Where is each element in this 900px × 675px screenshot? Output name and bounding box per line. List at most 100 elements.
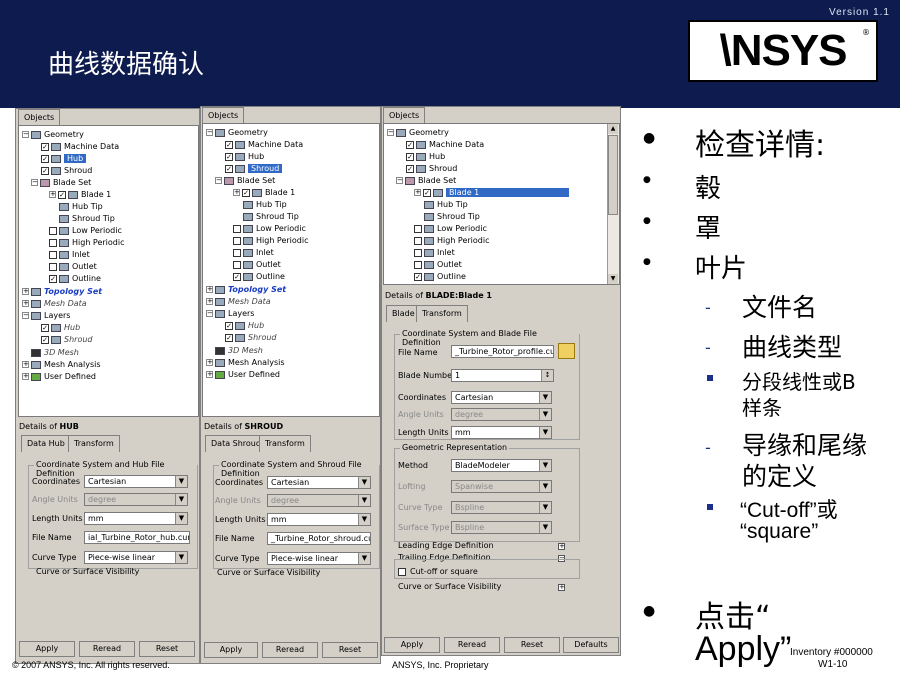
coordinates-select[interactable]: Cartesian ▼ — [84, 475, 188, 488]
reset-button[interactable]: Reset — [139, 641, 195, 657]
tree-outlet[interactable]: Outlet — [233, 259, 281, 271]
file-name-input[interactable]: _Turbine_Rotor_profile.curve — [451, 345, 554, 358]
tab-transform[interactable]: Transform — [416, 305, 468, 322]
expand-icon[interactable]: + — [22, 373, 29, 380]
tree-outlet[interactable]: Outlet — [414, 259, 462, 271]
expand-icon[interactable]: + — [22, 288, 29, 295]
collapse-icon[interactable]: − — [396, 177, 403, 184]
checkbox[interactable]: ✓ — [58, 190, 66, 199]
apply-button[interactable]: Apply — [19, 641, 75, 657]
checkbox[interactable] — [233, 260, 241, 269]
checkbox[interactable]: ✓ — [406, 140, 414, 149]
tab-data-shroud[interactable]: Data Shroud — [205, 435, 267, 452]
apply-button[interactable]: Apply — [204, 642, 258, 658]
tree-topology-set[interactable]: + Topology Set — [206, 284, 286, 296]
tree-outline[interactable]: ✓ Outline — [49, 273, 101, 285]
reread-button[interactable]: Reread — [444, 637, 500, 653]
tree-inlet[interactable]: Inlet — [414, 247, 455, 259]
tree-layers[interactable]: − Layers — [22, 310, 70, 322]
expand-icon[interactable]: + — [233, 189, 240, 196]
scroll-up-arrow[interactable]: ▲ — [608, 124, 618, 134]
tree-high-periodic[interactable]: High Periodic — [233, 235, 309, 247]
tree-low-periodic[interactable]: Low Periodic — [414, 223, 487, 235]
checkbox[interactable]: ✓ — [41, 335, 49, 344]
tree-shroud-tip[interactable]: Shroud Tip — [424, 211, 480, 223]
checkbox[interactable]: ✓ — [41, 142, 49, 151]
tree-blade-1[interactable]: + ✓ Blade 1 — [49, 189, 111, 201]
checkbox[interactable]: ✓ — [49, 274, 57, 283]
tree-user-defined[interactable]: + User Defined — [206, 369, 280, 381]
tab-objects[interactable]: Objects — [383, 107, 426, 124]
angle-units-select[interactable]: degree ▼ — [451, 408, 552, 421]
tree-layers[interactable]: − Layers — [206, 308, 254, 320]
tree-mesh-analysis[interactable]: + Mesh Analysis — [206, 357, 285, 369]
checkbox[interactable]: ✓ — [242, 188, 250, 197]
checkbox[interactable]: ✓ — [225, 152, 233, 161]
collapse-icon[interactable]: − — [31, 179, 38, 186]
expand-icon[interactable]: + — [558, 543, 565, 550]
cutoff-checkbox[interactable] — [398, 568, 406, 576]
scroll-down-arrow[interactable]: ▼ — [608, 274, 618, 284]
tree-scrollbar[interactable]: ▲ ▼ — [607, 124, 619, 284]
surface-type-select[interactable]: Bspline ▼ — [451, 521, 552, 534]
tree-hub-tip[interactable]: Hub Tip — [59, 201, 103, 213]
expand-icon[interactable]: + — [414, 189, 421, 196]
checkbox[interactable] — [233, 248, 241, 257]
tree-topology-set[interactable]: + Topology Set — [22, 286, 102, 298]
checkbox[interactable] — [414, 224, 422, 233]
curve-type-select[interactable]: Piece-wise linear ▼ — [84, 551, 188, 564]
checkbox[interactable] — [414, 248, 422, 257]
tree-user-defined[interactable]: + User Defined — [22, 371, 96, 383]
angle-units-select[interactable]: degree ▼ — [84, 493, 188, 506]
lofting-select[interactable]: Spanwise ▼ — [451, 480, 552, 493]
tree-outline[interactable]: ✓ Outline — [414, 271, 466, 283]
collapse-icon[interactable]: − — [22, 312, 29, 319]
tree-hub[interactable]: ✓ Hub — [41, 153, 87, 165]
length-units-select[interactable]: mm ▼ — [84, 512, 188, 525]
tab-transform[interactable]: Transform — [259, 435, 311, 452]
checkbox[interactable]: ✓ — [225, 140, 233, 149]
length-units-select[interactable]: mm ▼ — [451, 426, 552, 439]
checkbox[interactable] — [414, 236, 422, 245]
tree-hub-tip[interactable]: Hub Tip — [424, 199, 468, 211]
checkbox[interactable] — [49, 238, 57, 247]
checkbox[interactable]: ✓ — [225, 164, 233, 173]
checkbox[interactable]: ✓ — [233, 272, 241, 281]
tree-high-periodic[interactable]: High Periodic — [49, 237, 125, 249]
tree-shroud[interactable]: ✓ Shroud — [41, 165, 92, 177]
tree-machine-data[interactable]: ✓ Machine Data — [41, 141, 119, 153]
expand-icon[interactable]: + — [206, 371, 213, 378]
collapse-icon[interactable]: − — [387, 129, 394, 136]
tree-layer-shroud[interactable]: ✓ Shroud — [225, 332, 276, 344]
checkbox[interactable]: ✓ — [41, 166, 49, 175]
tree-shroud[interactable]: ✓ Shroud — [225, 163, 283, 175]
tree-outlet[interactable]: Outlet — [49, 261, 97, 273]
expand-icon[interactable]: + — [206, 298, 213, 305]
checkbox[interactable]: ✓ — [414, 272, 422, 281]
tree-inlet[interactable]: Inlet — [233, 247, 274, 259]
reread-button[interactable]: Reread — [79, 641, 135, 657]
collapse-icon[interactable]: − — [206, 129, 213, 136]
tree-blade-1[interactable]: + ✓ Blade 1 — [414, 187, 570, 199]
tree-layer-shroud[interactable]: ✓ Shroud — [41, 334, 92, 346]
method-select[interactable]: BladeModeler ▼ — [451, 459, 552, 472]
tree-low-periodic[interactable]: Low Periodic — [233, 223, 306, 235]
collapse-icon[interactable]: − — [22, 131, 29, 138]
checkbox[interactable] — [49, 226, 57, 235]
tree-hub[interactable]: ✓ Hub — [406, 151, 445, 163]
tree-outline[interactable]: ✓ Outline — [233, 271, 285, 283]
tree-hub-tip[interactable]: Hub Tip — [243, 199, 287, 211]
file-name-input[interactable]: ial_Turbine_Rotor_hub.curve — [84, 531, 190, 544]
tab-objects[interactable]: Objects — [202, 107, 245, 124]
expand-icon[interactable]: + — [206, 359, 213, 366]
checkbox[interactable]: ✓ — [406, 164, 414, 173]
tree-3d-mesh[interactable]: 3D Mesh — [31, 347, 79, 359]
curve-type-select[interactable]: Bspline ▼ — [451, 501, 552, 514]
tab-objects[interactable]: Objects — [18, 109, 61, 126]
curve-visibility-section[interactable]: Curve or Surface Visibility — [217, 568, 320, 577]
reset-button[interactable]: Reset — [504, 637, 560, 653]
checkbox[interactable]: ✓ — [41, 154, 49, 163]
coordinates-select[interactable]: Cartesian ▼ — [451, 391, 552, 404]
tree-geometry[interactable]: − Geometry — [22, 129, 84, 141]
defaults-button[interactable]: Defaults — [563, 637, 619, 653]
